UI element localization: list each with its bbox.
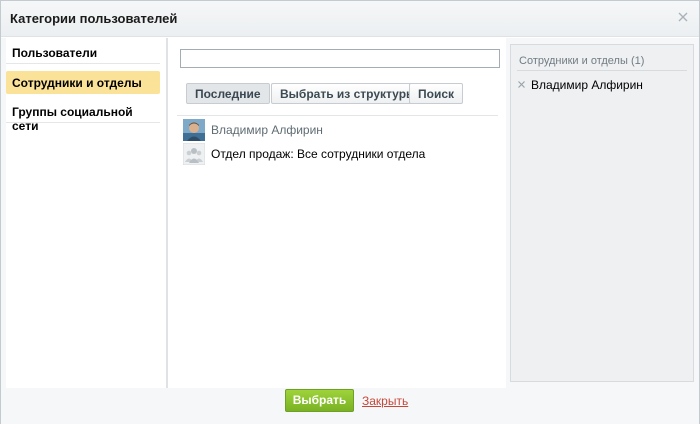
close-link[interactable]: Закрыть: [362, 394, 408, 408]
tab-structure[interactable]: Выбрать из структуры: [271, 83, 426, 104]
selected-panel: Сотрудники и отделы (1) Владимир Алфирин: [510, 44, 694, 382]
tab-search[interactable]: Поиск: [409, 83, 464, 104]
nav-item-label: Сотрудники и отделы: [12, 76, 142, 90]
dialog-body: Пользователи Сотрудники и отделы Группы …: [1, 38, 699, 424]
user-avatar: [183, 119, 205, 141]
remove-icon[interactable]: [518, 81, 525, 88]
nav-item-label: Группы социальной сети: [12, 105, 133, 133]
picker-main: Последние Выбрать из структуры Поиск Вла…: [168, 38, 506, 388]
list-divider: [177, 115, 498, 116]
nav-item-employees-departments[interactable]: Сотрудники и отделы: [6, 71, 160, 94]
list-item-label: Владимир Алфирин: [211, 123, 323, 137]
nav-item-users[interactable]: Пользователи: [6, 41, 160, 64]
list-item-label: Отдел продаж: Все сотрудники отдела: [211, 147, 426, 161]
nav-item-social-groups[interactable]: Группы социальной сети: [6, 100, 160, 133]
selected-divider: [517, 70, 687, 71]
dialog-title: Категории пользователей: [10, 11, 178, 26]
category-nav: Пользователи Сотрудники и отделы Группы …: [6, 38, 166, 388]
close-icon[interactable]: [678, 12, 688, 22]
search-input[interactable]: [180, 49, 500, 68]
user-categories-dialog: Категории пользователей Пользователи Сот…: [0, 0, 700, 424]
selected-item-label: Владимир Алфирин: [531, 78, 643, 92]
department-icon: [183, 143, 205, 165]
nav-item-label: Пользователи: [12, 46, 98, 60]
selected-header: Сотрудники и отделы (1): [519, 55, 645, 67]
select-button[interactable]: Выбрать: [285, 389, 354, 412]
tab-recent[interactable]: Последние: [186, 83, 270, 104]
dialog-titlebar: Категории пользователей: [1, 1, 699, 37]
